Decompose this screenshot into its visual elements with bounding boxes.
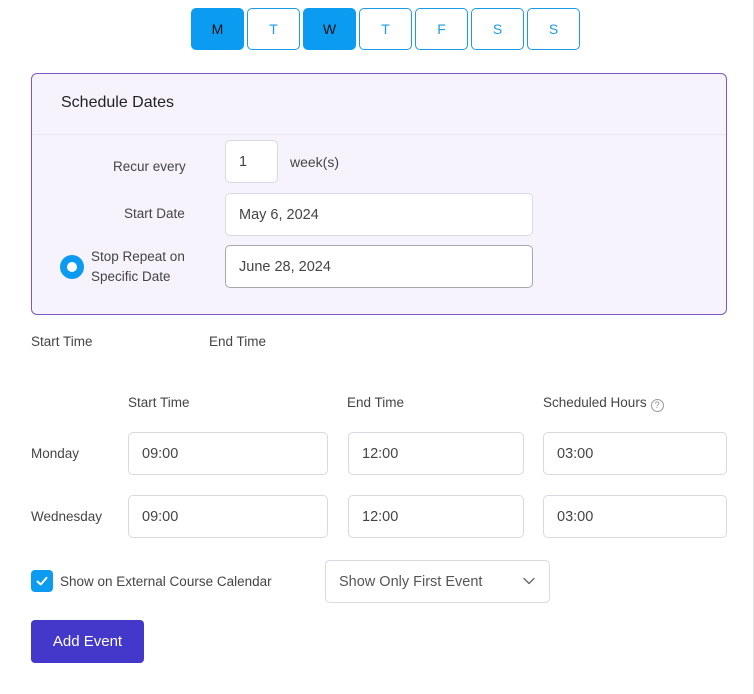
stop-repeat-radio[interactable] <box>60 255 84 279</box>
external-calendar-label: Show on External Course Calendar <box>60 574 272 589</box>
day-toggle-friday[interactable]: F <box>415 8 468 50</box>
panel-title: Schedule Dates <box>61 94 174 111</box>
panel-divider <box>32 134 726 135</box>
recur-interval-input[interactable]: 1 <box>225 140 278 183</box>
start-time-summary-label: Start Time <box>31 334 93 349</box>
day-toggle-saturday[interactable]: S <box>471 8 524 50</box>
stop-repeat-label-line1: Stop Repeat on <box>91 249 185 264</box>
monday-scheduled-hours-input[interactable]: 03:00 <box>543 432 727 475</box>
external-calendar-checkbox[interactable] <box>31 570 53 592</box>
start-date-label: Start Date <box>124 206 185 221</box>
chevron-down-icon <box>523 577 535 585</box>
day-toggle-monday[interactable]: M <box>191 8 244 50</box>
recur-unit-label: week(s) <box>290 154 340 170</box>
stop-repeat-label: Stop Repeat on Specific Date <box>91 247 185 287</box>
wednesday-start-time-input[interactable]: 09:00 <box>128 495 328 538</box>
recur-every-label: Recur every <box>113 159 186 174</box>
wednesday-end-time-input[interactable]: 12:00 <box>348 495 524 538</box>
day-toggle-tuesday[interactable]: T <box>247 8 300 50</box>
wednesday-scheduled-hours-input[interactable]: 03:00 <box>543 495 727 538</box>
scheduled-hours-label: Scheduled Hours <box>543 395 647 410</box>
event-form-card: M T W T F S S Schedule Dates Recur every… <box>0 0 754 694</box>
monday-start-time-input[interactable]: 09:00 <box>128 432 328 475</box>
start-date-input[interactable]: May 6, 2024 <box>225 193 533 236</box>
add-event-button[interactable]: Add Event <box>31 620 144 663</box>
schedule-dates-panel: Schedule Dates Recur every 1 week(s) Sta… <box>31 73 727 315</box>
end-time-summary-label: End Time <box>209 334 267 349</box>
day-picker: M T W T F S S <box>191 8 580 50</box>
check-icon <box>36 576 48 586</box>
stop-repeat-label-line2: Specific Date <box>91 269 171 284</box>
column-header-end-time: End Time <box>347 395 405 410</box>
stop-date-input[interactable]: June 28, 2024 <box>225 245 533 288</box>
column-header-start-time: Start Time <box>128 395 190 410</box>
day-toggle-thursday[interactable]: T <box>359 8 412 50</box>
day-toggle-wednesday[interactable]: W <box>303 8 356 50</box>
event-display-select[interactable]: Show Only First Event <box>325 560 550 603</box>
row-day-label: Wednesday <box>31 509 103 524</box>
column-header-scheduled-hours: Scheduled Hours? <box>543 395 664 412</box>
event-display-selected-value: Show Only First Event <box>339 573 483 590</box>
day-toggle-sunday[interactable]: S <box>527 8 580 50</box>
monday-end-time-input[interactable]: 12:00 <box>348 432 524 475</box>
help-icon[interactable]: ? <box>650 398 664 412</box>
row-day-label: Monday <box>31 446 80 461</box>
